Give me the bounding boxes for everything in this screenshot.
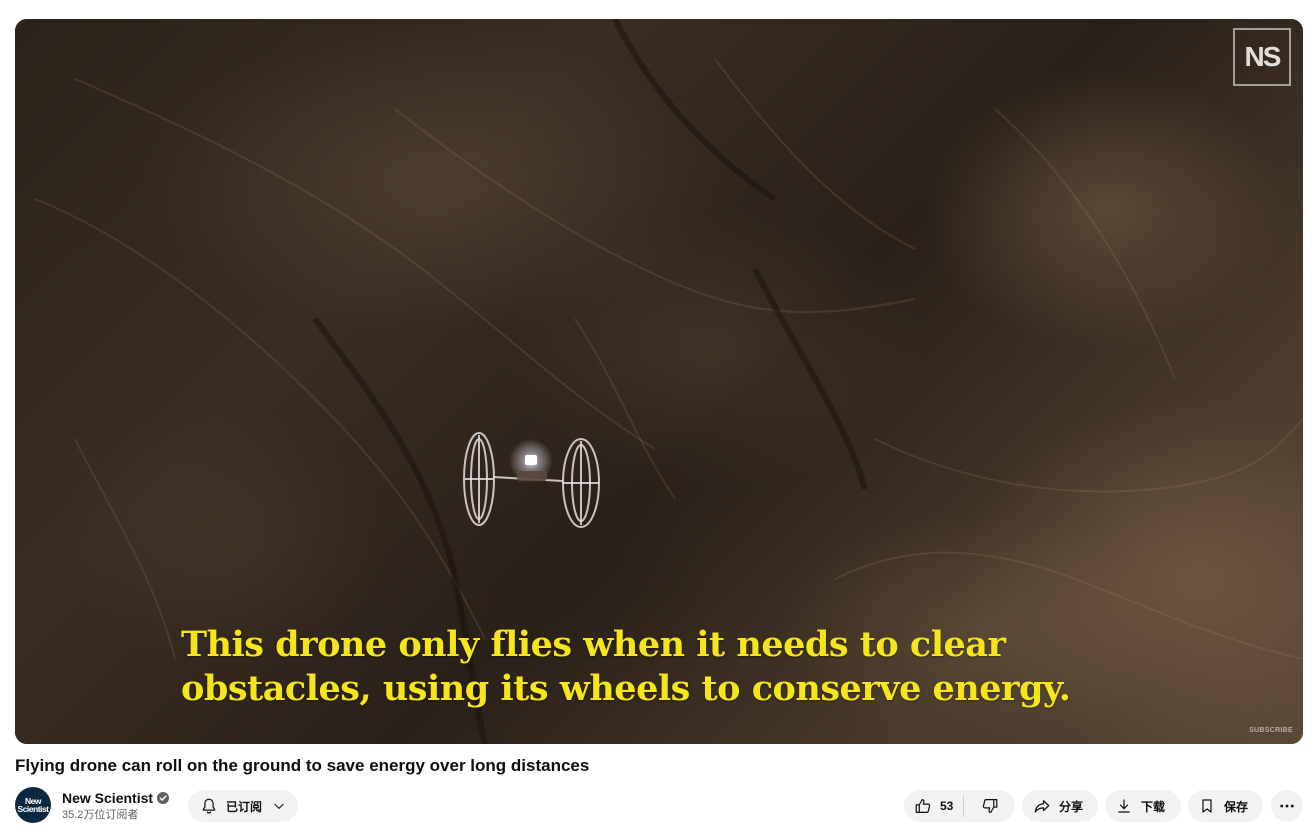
chevron-down-icon — [274, 803, 284, 809]
avatar-line-2: Scientist — [17, 804, 49, 814]
caption-line-1: This drone only flies when it needs to c… — [181, 624, 1006, 665]
share-icon — [1034, 800, 1050, 813]
subscriber-count: 35.2万位订阅者 — [62, 809, 139, 821]
subscribe-watermark: SUBSCRIBE — [1249, 727, 1293, 734]
thumbs-up-icon — [915, 799, 931, 813]
thumbs-down-icon — [982, 799, 998, 813]
new-scientist-logo: NS — [1233, 28, 1291, 86]
download-button[interactable]: 下载 — [1105, 790, 1181, 822]
more-horizontal-icon — [1280, 804, 1294, 808]
channel-name-link[interactable]: New Scientist — [62, 789, 170, 807]
like-button[interactable]: 53 — [904, 790, 963, 822]
verified-check-icon — [157, 792, 170, 804]
dislike-button[interactable] — [964, 790, 1015, 822]
drone-illustration — [463, 432, 600, 528]
save-button[interactable]: 保存 — [1188, 790, 1263, 822]
like-dislike-group: 53 — [904, 790, 1015, 822]
watch-page: NS This drone only flies when it needs t… — [0, 0, 1312, 831]
share-label: 分享 — [1059, 799, 1084, 814]
bell-icon — [202, 798, 216, 814]
video-player[interactable]: NS This drone only flies when it needs t… — [15, 19, 1303, 744]
channel-name: New Scientist — [62, 790, 154, 806]
save-label: 保存 — [1224, 799, 1249, 814]
video-title: Flying drone can roll on the ground to s… — [15, 756, 590, 775]
share-button[interactable]: 分享 — [1022, 790, 1098, 822]
more-actions-button[interactable] — [1271, 790, 1303, 822]
like-count: 53 — [940, 799, 954, 813]
download-icon — [1118, 799, 1130, 813]
subscribed-button[interactable]: 已订阅 — [188, 790, 298, 822]
video-caption: This drone only flies when it needs to c… — [181, 623, 1071, 711]
caption-line-2: obstacles, using its wheels to conserve … — [181, 668, 1071, 709]
download-label: 下载 — [1141, 799, 1166, 814]
channel-avatar[interactable]: New Scientist — [15, 787, 51, 823]
bookmark-icon — [1202, 799, 1212, 813]
subscribed-label: 已订阅 — [226, 799, 263, 814]
